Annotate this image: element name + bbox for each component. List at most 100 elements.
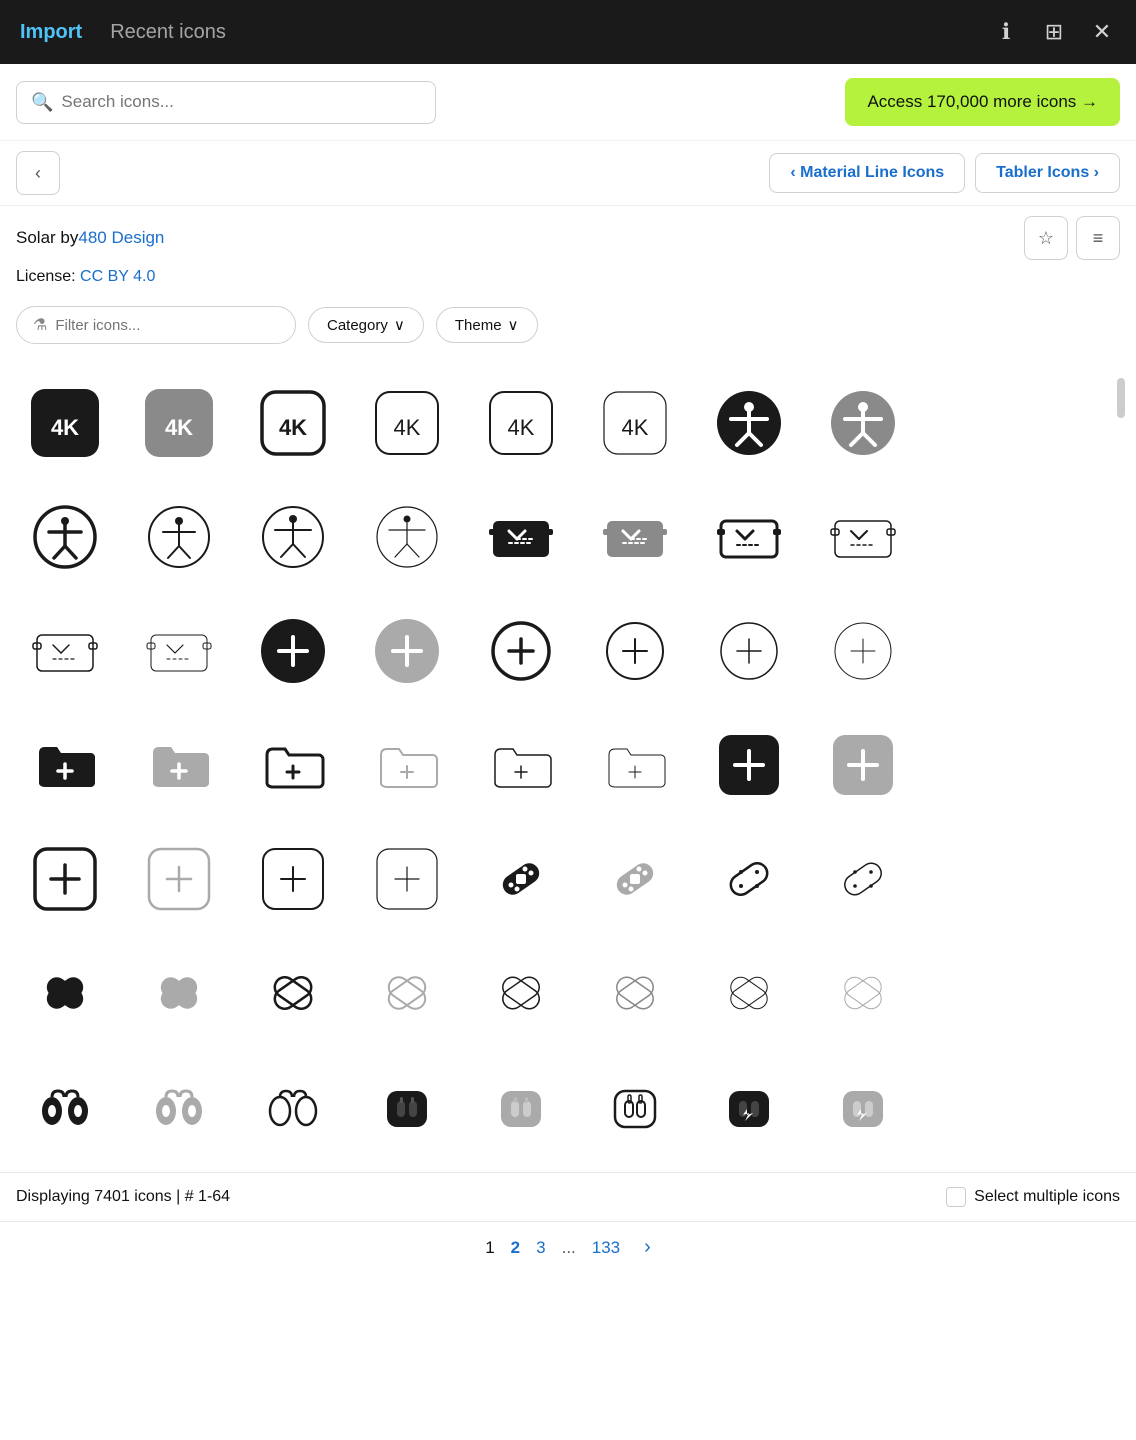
close-icon[interactable]: ✕	[1084, 14, 1120, 50]
icon-bandage-cross-outline-dark[interactable]	[238, 938, 348, 1048]
icon-add-circle-bold-dark[interactable]	[238, 596, 348, 706]
icon-airpod-case-charge-dark[interactable]	[694, 1052, 804, 1162]
category-filter[interactable]: Category ∨	[308, 307, 424, 343]
icon-4k-outline-dark[interactable]: 4K	[238, 368, 348, 478]
icon-add-circle-bold-gray[interactable]	[352, 596, 462, 706]
filter-row: ⚗ Category ∨ Theme ∨	[0, 296, 1136, 358]
theme-filter[interactable]: Theme ∨	[436, 307, 538, 343]
icon-battery-outline-lighter[interactable]	[124, 596, 234, 706]
icon-accessibility-outline-dark[interactable]	[10, 482, 120, 592]
info-row: Solar by 480 Design ☆ ≡	[0, 206, 1136, 264]
icon-add-circle-outline-border[interactable]	[466, 596, 576, 706]
icon-accessibility-outline-circle[interactable]	[124, 482, 234, 592]
icon-battery-bold-dark[interactable]	[466, 482, 576, 592]
icon-4k-bold-dark[interactable]: 4K	[10, 368, 120, 478]
select-multiple-wrap: Select multiple icons	[946, 1187, 1120, 1207]
icon-accessibility-no-circle[interactable]	[238, 482, 348, 592]
page-1[interactable]: 1	[485, 1238, 494, 1258]
icon-add-circle-outline-medium[interactable]	[580, 596, 690, 706]
icon-accessibility-bold-gray[interactable]	[808, 368, 918, 478]
icon-earbuds-bold-dark[interactable]	[10, 1052, 120, 1162]
icon-bandage-cross-outline-lighter2[interactable]	[580, 938, 690, 1048]
license-label: License:	[16, 268, 80, 285]
icon-add-folder-outline-thin[interactable]	[580, 710, 690, 820]
icon-add-folder-outline-lighter[interactable]	[466, 710, 576, 820]
icon-add-square-outline-dark[interactable]	[10, 824, 120, 934]
svg-text:4K: 4K	[165, 415, 193, 440]
icon-add-square-bold-gray[interactable]	[808, 710, 918, 820]
icon-bandage-cross-outline-thin2[interactable]	[808, 938, 918, 1048]
icon-bandage-bold-dark[interactable]	[466, 824, 576, 934]
filter-input-wrap: ⚗	[16, 306, 296, 344]
recent-icons-tab[interactable]: Recent icons	[106, 13, 230, 52]
designer-link[interactable]: 480 Design	[78, 228, 164, 248]
icon-4k-outline-light[interactable]: 4K	[466, 368, 576, 478]
scrollbar[interactable]	[1116, 368, 1126, 1162]
icon-bandage-outline-thin[interactable]	[808, 824, 918, 934]
access-button[interactable]: Access 170,000 more icons →	[845, 78, 1120, 126]
icon-bandage-bold-gray[interactable]	[580, 824, 690, 934]
icon-earbuds-outline-dark[interactable]	[238, 1052, 348, 1162]
search-input[interactable]	[61, 92, 421, 112]
import-tab[interactable]: Import	[16, 13, 86, 52]
page-2[interactable]: 2	[511, 1238, 520, 1258]
action-icons: ☆ ≡	[1024, 216, 1120, 260]
theme-label: Theme	[455, 317, 502, 334]
icon-bandage-cross-outline-lighter1[interactable]	[466, 938, 576, 1048]
icon-add-circle-outline-lighter[interactable]	[808, 596, 918, 706]
select-multiple-checkbox[interactable]	[946, 1187, 966, 1207]
icon-battery-outline2-dark[interactable]	[10, 596, 120, 706]
icons-grid: 4K 4K 4K 4K 4K	[10, 368, 1116, 1162]
icon-earbuds-bold-gray[interactable]	[124, 1052, 234, 1162]
page-3[interactable]: 3	[536, 1238, 545, 1258]
icon-bandage-cross-bold-gray[interactable]	[124, 938, 234, 1048]
solar-label: Solar by	[16, 228, 78, 248]
svg-text:4K: 4K	[279, 415, 307, 440]
icon-airpod-case-dark[interactable]	[352, 1052, 462, 1162]
icon-bandage-cross-bold-dark[interactable]	[10, 938, 120, 1048]
tabler-icons-pill[interactable]: Tabler Icons ›	[975, 153, 1120, 193]
icon-battery-bold-gray[interactable]	[580, 482, 690, 592]
icon-add-square-outline-gray[interactable]	[124, 824, 234, 934]
material-line-icons-pill[interactable]: ‹ Material Line Icons	[769, 153, 965, 193]
license-link[interactable]: CC BY 4.0	[80, 268, 155, 285]
icon-accessibility-bold-dark[interactable]	[694, 368, 804, 478]
icon-4k-outline-thin[interactable]: 4K	[580, 368, 690, 478]
filter-input[interactable]	[55, 317, 279, 334]
search-row: 🔍 Access 170,000 more icons →	[0, 64, 1136, 141]
icon-add-folder-bold-dark[interactable]	[10, 710, 120, 820]
icon-airpod-case-gray[interactable]	[466, 1052, 576, 1162]
back-button[interactable]: ‹	[16, 151, 60, 195]
layout-icon[interactable]: ⊞	[1036, 14, 1072, 50]
scrollbar-thumb	[1117, 378, 1125, 418]
icon-4k-outline-medium[interactable]: 4K	[352, 368, 462, 478]
icon-add-folder-outline-dark[interactable]	[238, 710, 348, 820]
icon-add-folder-bold-gray[interactable]	[124, 710, 234, 820]
svg-text:4K: 4K	[51, 415, 79, 440]
icon-battery-outline-dark[interactable]	[694, 482, 804, 592]
page-next[interactable]: ›	[644, 1236, 651, 1259]
info-icon[interactable]: ℹ	[988, 14, 1024, 50]
icon-bandage-cross-outline-medium[interactable]	[352, 938, 462, 1048]
icon-add-folder-outline-medium[interactable]	[352, 710, 462, 820]
icon-accessibility-outline-lighter[interactable]	[352, 482, 462, 592]
icon-bandage-cross-outline-thin1[interactable]	[694, 938, 804, 1048]
icon-add-square-outline-medium[interactable]	[238, 824, 348, 934]
page-133[interactable]: 133	[592, 1238, 620, 1258]
icon-add-square-bold-dark[interactable]	[694, 710, 804, 820]
icon-4k-bold-gray[interactable]: 4K	[124, 368, 234, 478]
icon-add-circle-outline-thin[interactable]	[694, 596, 804, 706]
theme-chevron: ∨	[508, 316, 519, 334]
list-button[interactable]: ≡	[1076, 216, 1120, 260]
icon-bandage-outline-dark[interactable]	[694, 824, 804, 934]
svg-text:4K: 4K	[622, 415, 649, 440]
icons-area: 4K 4K 4K 4K 4K	[0, 358, 1136, 1172]
search-icon: 🔍	[31, 92, 53, 113]
icon-airpod-case-outline[interactable]	[580, 1052, 690, 1162]
icon-airpod-case-charge-gray[interactable]	[808, 1052, 918, 1162]
icon-battery-outline-thin[interactable]	[808, 482, 918, 592]
star-button[interactable]: ☆	[1024, 216, 1068, 260]
category-label: Category	[327, 317, 388, 334]
page-dots: ...	[562, 1238, 576, 1258]
icon-add-square-outline-thin[interactable]	[352, 824, 462, 934]
